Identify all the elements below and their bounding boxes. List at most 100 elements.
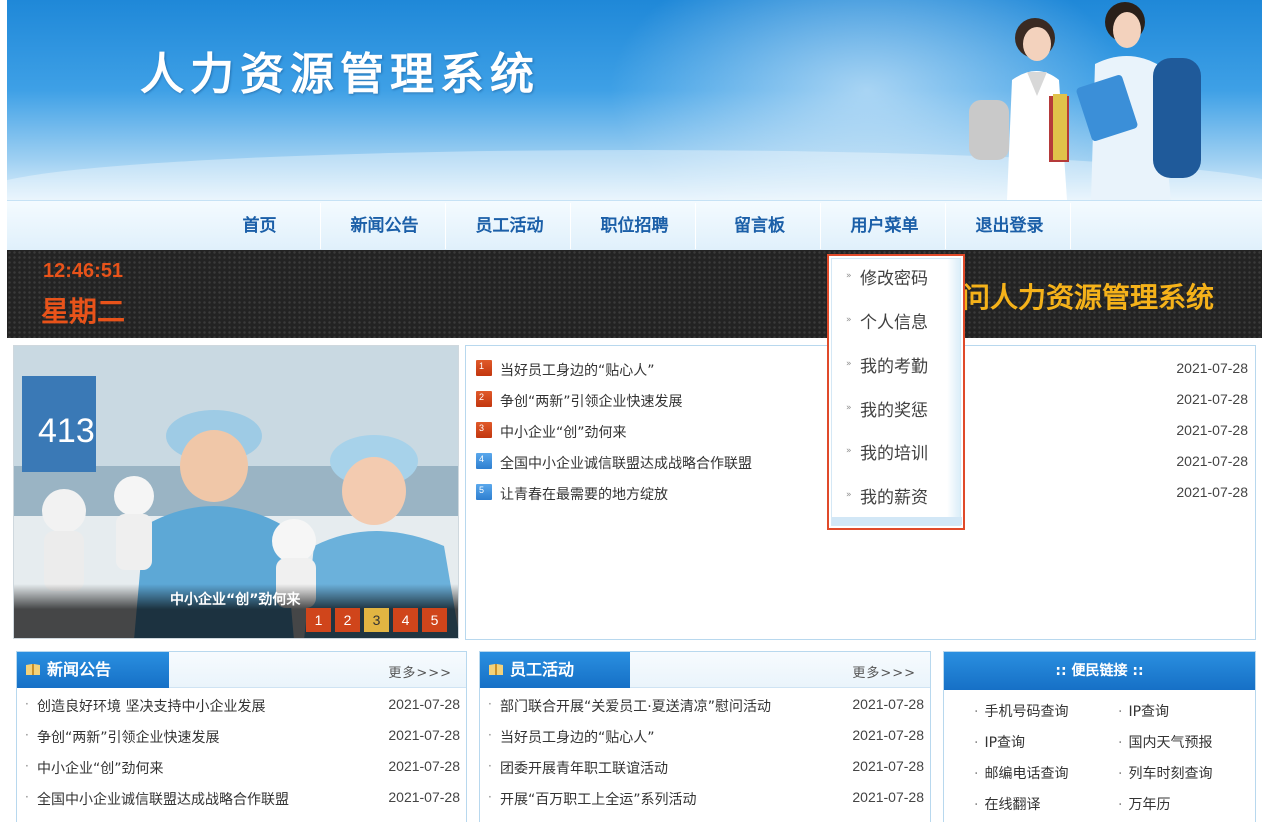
slide-page-4[interactable]: 4 bbox=[393, 608, 418, 632]
main-nav: 首页 新闻公告 员工活动 职位招聘 留言板 用户菜单 退出登录 bbox=[7, 200, 1262, 250]
nav-news[interactable]: 新闻公告 bbox=[322, 201, 447, 251]
bullet-icon: · bbox=[974, 766, 979, 782]
menu-item-personal-info[interactable]: » 个人信息 bbox=[832, 306, 962, 336]
bullet-icon: · bbox=[25, 728, 29, 742]
bullet-icon: · bbox=[25, 697, 29, 711]
nav-activities[interactable]: 员工活动 bbox=[447, 201, 572, 251]
nav-jobs[interactable]: 职位招聘 bbox=[572, 201, 697, 251]
double-arrow-icon: » bbox=[846, 271, 852, 281]
nav-separator bbox=[570, 203, 571, 249]
nav-logout[interactable]: 退出登录 bbox=[947, 201, 1072, 251]
link-postcode[interactable]: · 邮编电话查询 bbox=[974, 763, 1068, 783]
bullet-icon: · bbox=[1118, 797, 1123, 813]
bullet-icon: · bbox=[1118, 735, 1123, 751]
menu-item-rewards[interactable]: » 我的奖惩 bbox=[832, 394, 962, 424]
list-item-title[interactable]: 部门联合开展“关爱员工·夏送清凉”慰问活动 bbox=[500, 696, 771, 716]
link-train-schedule[interactable]: · 列车时刻查询 bbox=[1118, 763, 1212, 783]
link-label: 国内天气预报 bbox=[1128, 735, 1213, 751]
link-ip-lookup-2[interactable]: · IP查询 bbox=[974, 732, 1025, 752]
panel-title-text: 新闻公告 bbox=[47, 660, 112, 679]
top-news-date: 2021-07-28 bbox=[1176, 360, 1248, 376]
link-phone-lookup[interactable]: · 手机号码查询 bbox=[974, 701, 1068, 721]
nav-separator bbox=[820, 203, 821, 249]
menu-item-label: 我的考勤 bbox=[860, 357, 928, 377]
slide-page-5[interactable]: 5 bbox=[422, 608, 447, 632]
link-label: 万年历 bbox=[1128, 797, 1171, 813]
rank-badge-icon: 3 bbox=[476, 422, 492, 438]
list-item-title[interactable]: 中小企业“创”劲何来 bbox=[37, 758, 164, 778]
banner-students-image bbox=[969, 2, 1201, 200]
nav-separator bbox=[320, 203, 321, 249]
employee-activity-panel: 员工活动 更多>>> · 部门联合开展“关爱员工·夏送清凉”慰问活动 2021-… bbox=[479, 651, 931, 822]
panel-title: 员工活动 bbox=[480, 652, 630, 688]
clock-weekday: 星期二 bbox=[41, 295, 126, 328]
list-item-date: 2021-07-28 bbox=[852, 758, 924, 774]
bullet-icon: · bbox=[488, 697, 492, 711]
rank-badge-icon: 5 bbox=[476, 484, 492, 500]
list-item-title[interactable]: 开展“百万职工上全运”系列活动 bbox=[500, 789, 697, 809]
nav-separator bbox=[445, 203, 446, 249]
list-item-date: 2021-07-28 bbox=[852, 727, 924, 743]
more-link[interactable]: 更多>>> bbox=[852, 662, 916, 681]
slide-page-2[interactable]: 2 bbox=[335, 608, 360, 632]
menu-item-label: 我的培训 bbox=[860, 444, 928, 464]
menu-item-training[interactable]: » 我的培训 bbox=[832, 437, 962, 467]
link-calendar[interactable]: · 万年历 bbox=[1118, 794, 1170, 814]
menu-item-label: 我的奖惩 bbox=[860, 401, 928, 421]
list-item: · 团委开展青年职工联谊活动 2021-07-28 bbox=[480, 752, 930, 783]
book-icon bbox=[26, 664, 40, 675]
list-item-date: 2021-07-28 bbox=[388, 696, 460, 712]
menu-item-salary[interactable]: » 我的薪资 bbox=[832, 481, 962, 511]
more-link[interactable]: 更多>>> bbox=[388, 662, 452, 681]
list-item: · 中小企业“创”劲何来 2021-07-28 bbox=[17, 752, 466, 783]
top-news-title[interactable]: 争创“两新”引领企业快速发展 bbox=[500, 391, 683, 411]
list-item-title[interactable]: 全国中小企业诚信联盟达成战略合作联盟 bbox=[37, 789, 289, 809]
page: 人力资源管理系统 首页 新闻公告 员工活动 职位招聘 留言板 用户菜单 退出登录… bbox=[0, 0, 1262, 822]
list-item-title[interactable]: 团委开展青年职工联谊活动 bbox=[500, 758, 668, 778]
top-news-title[interactable]: 当好员工身边的“贴心人” bbox=[500, 360, 655, 380]
list-item-title[interactable]: 当好员工身边的“贴心人” bbox=[500, 727, 655, 747]
top-news-title[interactable]: 让青春在最需要的地方绽放 bbox=[500, 484, 668, 504]
top-news-title[interactable]: 中小企业“创”劲何来 bbox=[500, 422, 627, 442]
link-label: 手机号码查询 bbox=[984, 704, 1069, 720]
slide-caption[interactable]: 中小企业“创”劲何来 bbox=[170, 589, 300, 609]
slide-page-3[interactable]: 3 bbox=[364, 608, 389, 632]
link-translate[interactable]: · 在线翻译 bbox=[974, 794, 1040, 814]
bullet-icon: · bbox=[488, 790, 492, 804]
link-label: IP查询 bbox=[1128, 704, 1170, 720]
rank-badge-icon: 2 bbox=[476, 391, 492, 407]
link-weather[interactable]: · 国内天气预报 bbox=[1118, 732, 1212, 752]
slide-page-1[interactable]: 1 bbox=[306, 608, 331, 632]
info-bar: 12:46:51 星期二 欢迎访问人力资源管理系统 bbox=[7, 250, 1262, 338]
list-item-title[interactable]: 争创“两新”引领企业快速发展 bbox=[37, 727, 220, 747]
list-item: · 争创“两新”引领企业快速发展 2021-07-28 bbox=[17, 721, 466, 752]
list-item-date: 2021-07-28 bbox=[388, 727, 460, 743]
double-arrow-icon: » bbox=[846, 446, 852, 456]
nav-user-menu[interactable]: 用户菜单 bbox=[822, 201, 947, 251]
menu-item-attendance[interactable]: » 我的考勤 bbox=[832, 350, 962, 380]
list-item-title[interactable]: 创造良好环境 坚决支持中小企业发展 bbox=[37, 696, 265, 716]
list-item: · 当好员工身边的“贴心人” 2021-07-28 bbox=[480, 721, 930, 752]
nav-message-board[interactable]: 留言板 bbox=[697, 201, 822, 251]
slide-image-number: 413 bbox=[38, 412, 95, 450]
news-slideshow[interactable]: 413 中小企业“创”劲何来 1 2 3 4 5 bbox=[13, 345, 459, 639]
top-news-title[interactable]: 全国中小企业诚信联盟达成战略合作联盟 bbox=[500, 453, 752, 473]
list-item-date: 2021-07-28 bbox=[388, 789, 460, 805]
bullet-icon: · bbox=[974, 704, 979, 720]
top-news-date: 2021-07-28 bbox=[1176, 484, 1248, 500]
menu-item-label: 修改密码 bbox=[860, 269, 928, 289]
book-icon bbox=[489, 664, 503, 675]
menu-item-label: 个人信息 bbox=[860, 313, 928, 333]
bullet-icon: · bbox=[25, 790, 29, 804]
nav-separator bbox=[945, 203, 946, 249]
top-news-date: 2021-07-28 bbox=[1176, 422, 1248, 438]
nav-home[interactable]: 首页 bbox=[197, 201, 322, 251]
link-ip-lookup[interactable]: · IP查询 bbox=[1118, 701, 1169, 721]
bullet-icon: · bbox=[974, 735, 979, 751]
panel-header: 员工活动 更多>>> bbox=[480, 652, 930, 688]
user-menu-list: » 修改密码 » 个人信息 » 我的考勤 » 我的奖惩 » 我的培训 » 我的薪… bbox=[831, 258, 962, 526]
link-label: 在线翻译 bbox=[984, 797, 1041, 813]
double-arrow-icon: » bbox=[846, 403, 852, 413]
list-item: · 部门联合开展“关爱员工·夏送清凉”慰问活动 2021-07-28 bbox=[480, 690, 930, 721]
menu-item-change-password[interactable]: » 修改密码 bbox=[832, 262, 962, 292]
